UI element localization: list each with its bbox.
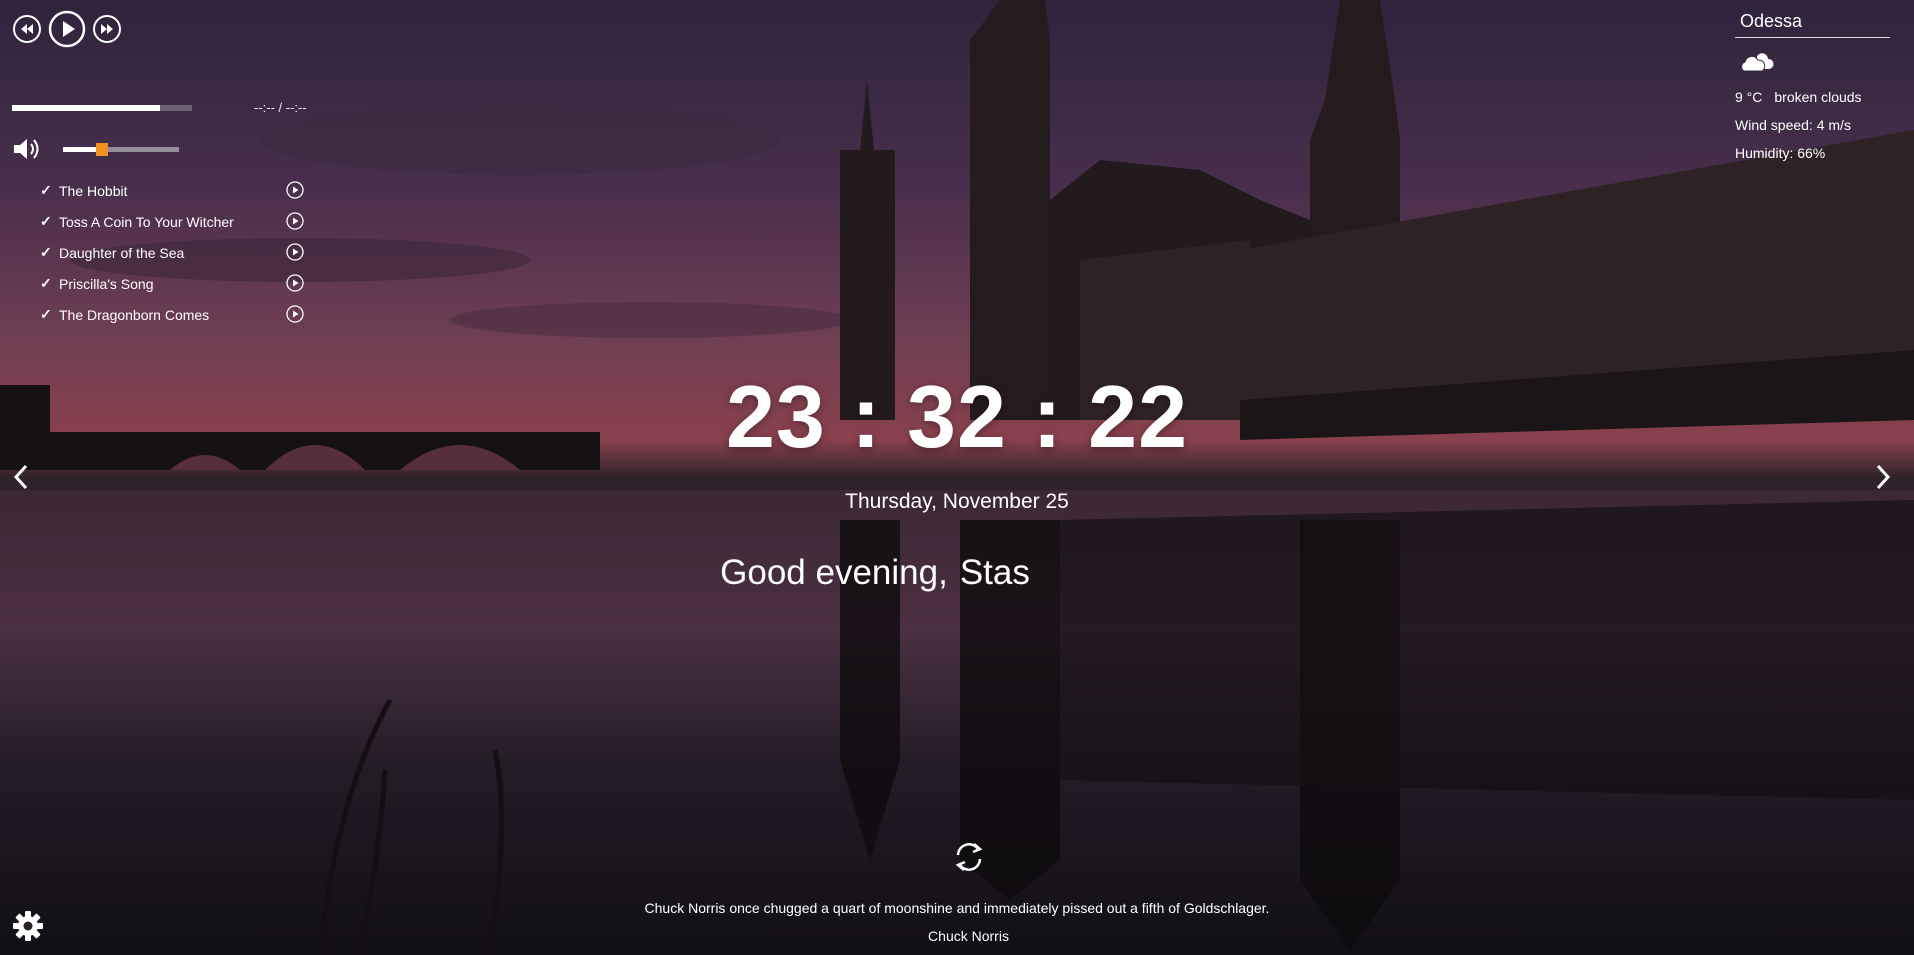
progress-bar[interactable]	[12, 105, 192, 111]
volume-row	[12, 136, 212, 162]
playlist-item[interactable]: ✓ The Hobbit	[40, 175, 310, 206]
weather-widget: Odessa 9 °C broken clouds Wind speed: 4 m…	[1735, 8, 1890, 167]
volume-button[interactable]	[12, 136, 44, 167]
play-icon	[286, 181, 304, 199]
quote-author: Chuck Norris	[928, 928, 1009, 944]
next-track-button[interactable]	[92, 14, 122, 44]
check-icon: ✓	[40, 182, 52, 198]
weather-description: broken clouds	[1774, 89, 1862, 105]
progress-row: --:-- / --:--	[12, 98, 312, 118]
check-icon: ✓	[40, 244, 52, 260]
temperature-line: 9 °C broken clouds	[1735, 89, 1890, 111]
play-icon	[286, 212, 304, 230]
track-time: --:-- / --:--	[254, 100, 307, 115]
track-title: Toss A Coin To Your Witcher	[59, 213, 234, 230]
playlist-item[interactable]: ✓ Priscilla's Song	[40, 268, 310, 299]
playlist-item[interactable]: ✓ The Dragonborn Comes	[40, 299, 310, 330]
play-icon	[48, 10, 86, 48]
check-icon: ✓	[40, 306, 52, 322]
progress-fill	[12, 105, 160, 111]
wind-speed: Wind speed: 4 m/s	[1735, 117, 1851, 133]
gear-icon	[13, 911, 43, 941]
quote-text: Chuck Norris once chugged a quart of moo…	[644, 900, 1270, 916]
cloud-icon	[1737, 48, 1890, 83]
player-controls	[12, 10, 312, 48]
check-icon: ✓	[40, 213, 52, 229]
track-play-button[interactable]	[286, 274, 304, 295]
rewind-icon	[13, 15, 41, 43]
play-icon	[286, 305, 304, 323]
check-icon: ✓	[40, 275, 52, 291]
track-play-button[interactable]	[286, 212, 304, 233]
track-play-button[interactable]	[286, 305, 304, 326]
volume-icon	[14, 139, 39, 159]
refresh-icon	[955, 843, 983, 871]
audio-player: --:-- / --:-- ✓ The Hobbit ✓ Toss A Coin To…	[12, 10, 312, 323]
track-play-button[interactable]	[286, 181, 304, 202]
temperature: 9 °C	[1735, 89, 1763, 105]
track-title: The Hobbit	[59, 182, 128, 199]
background-overlay	[0, 0, 1914, 955]
playlist-item[interactable]: ✓ Toss A Coin To Your Witcher	[40, 206, 310, 237]
track-play-button[interactable]	[286, 243, 304, 264]
play-button[interactable]	[48, 10, 86, 48]
humidity: Humidity: 66%	[1735, 145, 1826, 161]
play-icon	[286, 243, 304, 261]
greeting: Good evening, Stas	[0, 553, 1750, 593]
name-input[interactable]: Stas	[960, 553, 1030, 593]
date: Thursday, November 25	[845, 490, 1069, 513]
city-input[interactable]: Odessa	[1735, 8, 1890, 38]
settings-button[interactable]	[12, 910, 44, 947]
track-title: Priscilla's Song	[59, 275, 154, 292]
fast-forward-icon	[93, 15, 121, 43]
track-title: Daughter of the Sea	[59, 244, 185, 261]
playlist-item[interactable]: ✓ Daughter of the Sea	[40, 237, 310, 268]
greeting-text: Good evening,	[720, 553, 948, 592]
clock: 23 : 32 : 22	[725, 367, 1189, 466]
volume-thumb[interactable]	[96, 143, 109, 156]
track-title: The Dragonborn Comes	[59, 306, 210, 323]
volume-slider[interactable]	[63, 143, 179, 156]
previous-track-button[interactable]	[12, 14, 42, 44]
change-quote-button[interactable]	[952, 840, 986, 879]
playlist: ✓ The Hobbit ✓ Toss A Coin To Your Witcher ✓…	[40, 175, 310, 330]
play-icon	[286, 274, 304, 292]
